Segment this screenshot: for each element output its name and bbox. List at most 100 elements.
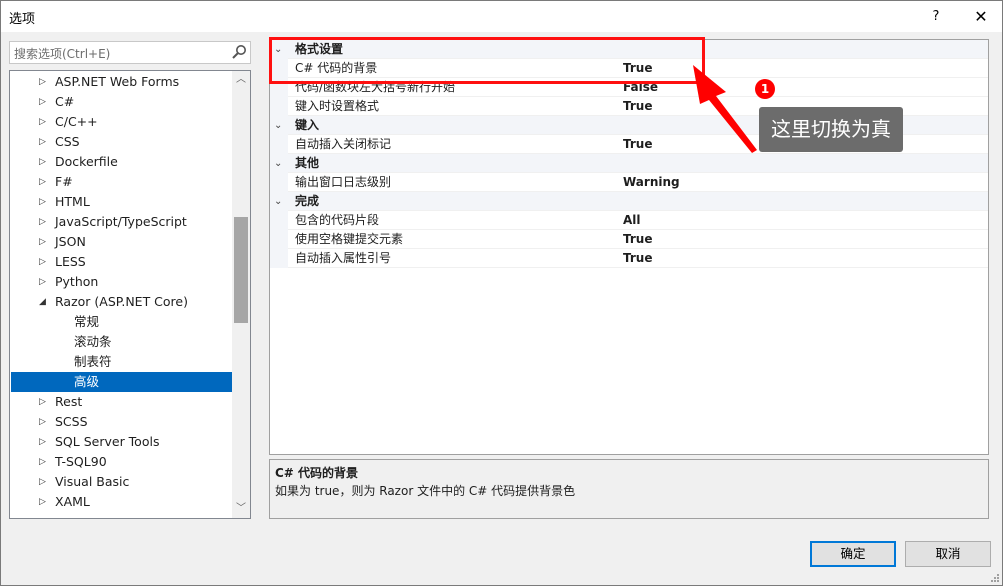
tree-item-label: ASP.NET Web Forms	[55, 74, 180, 89]
tree-item[interactable]: ▷ T-SQL90	[11, 452, 233, 472]
tree-scrollbar[interactable]: ︿ ﹀	[232, 71, 250, 518]
tree-item[interactable]: ▷ C/C++	[11, 112, 233, 132]
search-icon[interactable]	[231, 44, 247, 60]
tree-item-label: Razor (ASP.NET Core)	[55, 294, 188, 309]
tree-item[interactable]: ▷ CSS	[11, 132, 233, 152]
dialog-title: 选项	[9, 12, 36, 27]
category-name: 完成	[295, 194, 320, 208]
tree-item[interactable]: ▷ LESS	[11, 252, 233, 272]
collapsed-arrow-icon[interactable]: ▷	[39, 92, 49, 112]
row-gutter	[270, 97, 288, 116]
options-dialog: 选项 ? ✕ 搜索选项(Ctrl+E) ▷ ASP.NET Web Forms ▷ C…	[0, 0, 1003, 586]
chevron-down-icon[interactable]: ⌄	[274, 154, 286, 173]
tree-item-label: LESS	[55, 254, 86, 269]
property-row[interactable]: 包含的代码片段 All	[270, 211, 988, 230]
collapsed-arrow-icon[interactable]: ▷	[39, 152, 49, 172]
search-input[interactable]: 搜索选项(Ctrl+E)	[9, 41, 251, 64]
property-value[interactable]: True	[623, 249, 652, 268]
collapsed-arrow-icon[interactable]: ▷	[39, 392, 49, 412]
tree-item[interactable]: ▷ C#	[11, 92, 233, 112]
tree-item-label: SCSS	[55, 414, 88, 429]
tree-item-label: Dockerfile	[55, 154, 118, 169]
help-button[interactable]: ?	[921, 1, 951, 32]
tree-item[interactable]: 常规	[11, 312, 233, 332]
resize-grip-icon[interactable]	[989, 572, 999, 582]
property-name: 输出窗口日志级别	[295, 175, 392, 189]
scroll-thumb[interactable]	[234, 217, 248, 323]
collapsed-arrow-icon[interactable]: ▷	[39, 132, 49, 152]
collapsed-arrow-icon[interactable]: ▷	[39, 192, 49, 212]
tree-item-label: SQL Server Tools	[55, 434, 160, 449]
tree-item[interactable]: 滚动条	[11, 332, 233, 352]
collapsed-arrow-icon[interactable]: ▷	[39, 172, 49, 192]
collapsed-arrow-icon[interactable]: ▷	[39, 252, 49, 272]
property-value[interactable]: Warning	[623, 173, 680, 192]
tree-item[interactable]: ▷ JavaScript/TypeScript	[11, 212, 233, 232]
tree-item[interactable]: ▷ HTML	[11, 192, 233, 212]
close-button[interactable]: ✕	[961, 1, 1001, 32]
property-name: 自动插入属性引号	[295, 251, 392, 265]
property-value[interactable]: True	[623, 230, 652, 249]
row-gutter	[270, 173, 288, 192]
category-row[interactable]: ⌄ 完成	[270, 192, 988, 211]
property-name: 包含的代码片段	[295, 213, 380, 227]
row-gutter	[270, 211, 288, 230]
description-panel: C# 代码的背景 如果为 true，则为 Razor 文件中的 C# 代码提供背…	[269, 459, 989, 519]
property-grid: ⌄ 格式设置 C# 代码的背景 True 代码/函数块左大括号新行开始 False 键入时设…	[269, 39, 989, 455]
row-gutter	[270, 135, 288, 154]
category-row[interactable]: ⌄ 其他	[270, 154, 988, 173]
collapsed-arrow-icon[interactable]: ▷	[39, 272, 49, 292]
property-name: 键入时设置格式	[295, 99, 380, 113]
collapsed-arrow-icon[interactable]: ▷	[39, 72, 49, 92]
expanded-arrow-icon[interactable]: ◢	[39, 292, 49, 312]
property-value[interactable]: True	[623, 97, 652, 116]
tree-item[interactable]: ▷ Visual Basic	[11, 472, 233, 492]
collapsed-arrow-icon[interactable]: ▷	[39, 412, 49, 432]
tree-item-label: Rest	[55, 394, 83, 409]
scroll-up-icon[interactable]: ︿	[232, 71, 250, 89]
tree-item[interactable]: ▷ Dockerfile	[11, 152, 233, 172]
search-placeholder: 搜索选项(Ctrl+E)	[14, 47, 111, 61]
property-value[interactable]: True	[623, 135, 652, 154]
description-text: 如果为 true，则为 Razor 文件中的 C# 代码提供背景色	[275, 484, 576, 498]
ok-button[interactable]: 确定	[810, 541, 896, 567]
collapsed-arrow-icon[interactable]: ▷	[39, 492, 49, 512]
tree-item[interactable]: ▷ Python	[11, 272, 233, 292]
tree-item-label: HTML	[55, 194, 90, 209]
options-tree: ▷ ASP.NET Web Forms ▷ C# ▷ C/C++ ▷ CSS ▷ Dockerfi…	[9, 70, 251, 519]
annotation-tooltip: 这里切换为真	[759, 107, 903, 152]
tree-item[interactable]: ◢ Razor (ASP.NET Core)	[11, 292, 233, 312]
tree-item-label: 制表符	[74, 354, 112, 369]
tree-item[interactable]: ▷ JSON	[11, 232, 233, 252]
collapsed-arrow-icon[interactable]: ▷	[39, 472, 49, 492]
tree-item[interactable]: ▷ SCSS	[11, 412, 233, 432]
tree-item-label: Python	[55, 274, 99, 289]
collapsed-arrow-icon[interactable]: ▷	[39, 452, 49, 472]
tree-item[interactable]: 制表符	[11, 352, 233, 372]
property-row[interactable]: 输出窗口日志级别 Warning	[270, 173, 988, 192]
collapsed-arrow-icon[interactable]: ▷	[39, 432, 49, 452]
collapsed-arrow-icon[interactable]: ▷	[39, 112, 49, 132]
annotation-step-badge: 1	[755, 79, 775, 99]
cancel-button[interactable]: 取消	[905, 541, 991, 567]
tree-item[interactable]: ▷ XAML	[11, 492, 233, 512]
property-row[interactable]: 使用空格键提交元素 True	[270, 230, 988, 249]
category-name: 其他	[295, 156, 320, 170]
property-value[interactable]: All	[623, 211, 641, 230]
tree-item[interactable]: ▷ SQL Server Tools	[11, 432, 233, 452]
tree-item[interactable]: 高级	[11, 372, 233, 392]
tree-item[interactable]: ▷ ASP.NET Web Forms	[11, 72, 233, 92]
tree-item[interactable]: ▷ Rest	[11, 392, 233, 412]
category-name: 键入	[295, 118, 320, 132]
tree-item-label: C/C++	[55, 114, 98, 129]
tree-item-label: C#	[55, 94, 75, 109]
collapsed-arrow-icon[interactable]: ▷	[39, 212, 49, 232]
property-row[interactable]: 自动插入属性引号 True	[270, 249, 988, 268]
row-gutter	[270, 249, 288, 268]
tree-item[interactable]: ▷ F#	[11, 172, 233, 192]
collapsed-arrow-icon[interactable]: ▷	[39, 232, 49, 252]
chevron-down-icon[interactable]: ⌄	[274, 116, 286, 135]
chevron-down-icon[interactable]: ⌄	[274, 192, 286, 211]
tree-item-label: T-SQL90	[55, 454, 107, 469]
scroll-down-icon[interactable]: ﹀	[232, 500, 250, 518]
